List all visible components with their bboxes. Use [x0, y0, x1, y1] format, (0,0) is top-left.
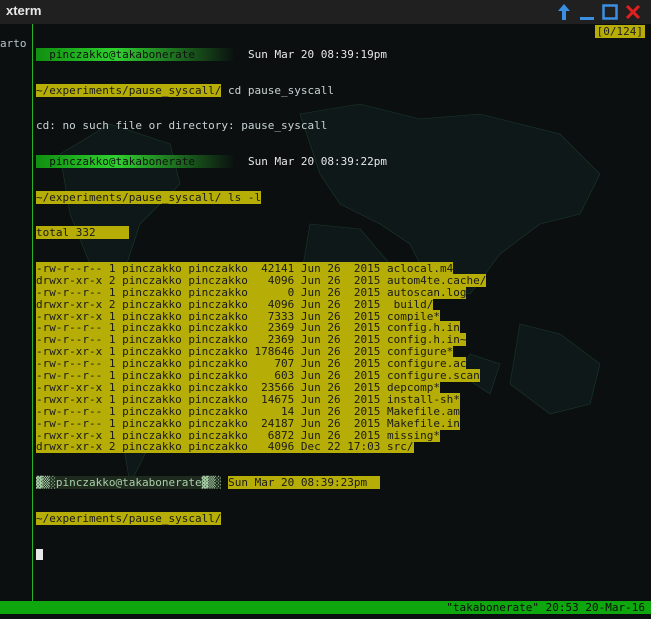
command-line: ~/experiments/pause_syscall/ cd pause_sy… — [36, 83, 651, 97]
file-row: drwxr-xr-x 2 pinczakko pinczakko 4096 De… — [36, 440, 651, 454]
prompt-date: Sun Mar 20 08:39:22pm — [247, 154, 388, 168]
status-bar: "takabonerate" 20:53 20-Mar-16 — [0, 601, 651, 614]
status-text: "takabonerate" 20:53 20-Mar-16 — [446, 601, 645, 614]
prompt-line: ▓▒░pinczakko@takabonerate▓▒░ Sun Mar 20 … — [36, 476, 651, 490]
prompt-date: Sun Mar 20 08:39:19pm — [247, 47, 388, 61]
file-row-text: drwxr-xr-x 2 pinczakko pinczakko 4096 De… — [36, 440, 414, 454]
left-pane-fragment: arto — [0, 37, 27, 50]
file-row-text: -rwxr-xr-x 1 pinczakko pinczakko 23566 J… — [36, 380, 440, 394]
file-row: -rwxr-xr-x 1 pinczakko pinczakko 14675 J… — [36, 392, 651, 406]
file-row-text: -rw-r--r-- 1 pinczakko pinczakko 24187 J… — [36, 416, 460, 430]
command-text: cd pause_syscall — [221, 83, 335, 97]
prompt-user: pinczakko@takabonerate — [36, 154, 235, 168]
window-title: xterm — [6, 3, 42, 18]
prompt-date: Sun Mar 20 08:39:23pm — [228, 476, 368, 490]
file-row-text: -rw-r--r-- 1 pinczakko pinczakko 0 Jun 2… — [36, 285, 467, 299]
terminal-area[interactable]: arto [0/124] pinczakko@takabonerate Sun … — [0, 24, 651, 601]
up-arrow-icon[interactable] — [554, 2, 574, 22]
prompt-line: pinczakko@takabonerate Sun Mar 20 08:39:… — [36, 154, 651, 168]
prompt-path: ~/experiments/pause_syscall/ — [36, 511, 222, 525]
window-controls — [554, 2, 643, 22]
text-cursor — [36, 549, 43, 560]
bottom-strip — [0, 614, 651, 619]
prompt-path: ~/experiments/pause_syscall/ — [36, 190, 222, 204]
pane-divider[interactable] — [32, 24, 33, 601]
file-row-text: -rw-r--r-- 1 pinczakko pinczakko 14 Jun … — [36, 404, 460, 418]
cursor-line — [36, 549, 651, 561]
file-row: -rw-r--r-- 1 pinczakko pinczakko 14 Jun … — [36, 404, 651, 418]
file-row-text: drwxr-xr-x 2 pinczakko pinczakko 4096 Ju… — [36, 273, 487, 287]
minimize-icon[interactable] — [577, 2, 597, 22]
maximize-icon[interactable] — [600, 2, 620, 22]
prompt-line: pinczakko@takabonerate Sun Mar 20 08:39:… — [36, 47, 651, 61]
file-row: -rw-r--r-- 1 pinczakko pinczakko 0 Jun 2… — [36, 285, 651, 299]
prompt-user: ▓▒░pinczakko@takabonerate▓▒░ — [36, 476, 222, 490]
prompt-user: pinczakko@takabonerate — [36, 47, 235, 61]
title-bar: xterm — [0, 0, 651, 25]
command-text: ls -l — [221, 190, 262, 204]
command-line: ~/experiments/pause_syscall/ — [36, 511, 651, 525]
total-line: total 332 — [36, 226, 651, 240]
file-row: drwxr-xr-x 2 pinczakko pinczakko 4096 Ju… — [36, 297, 651, 311]
prompt-path: ~/experiments/pause_syscall/ — [36, 83, 222, 97]
file-row: -rw-r--r-- 1 pinczakko pinczakko 24187 J… — [36, 416, 651, 430]
file-list: -rw-r--r-- 1 pinczakko pinczakko 42141 J… — [36, 262, 651, 454]
error-line: cd: no such file or directory: pause_sys… — [36, 119, 328, 133]
close-icon[interactable] — [623, 2, 643, 22]
file-row-text: drwxr-xr-x 2 pinczakko pinczakko 4096 Ju… — [36, 297, 434, 311]
file-row-text: -rwxr-xr-x 1 pinczakko pinczakko 14675 J… — [36, 392, 460, 406]
terminal-output: pinczakko@takabonerate Sun Mar 20 08:39:… — [36, 25, 651, 584]
command-line: ~/experiments/pause_syscall/ ls -l — [36, 190, 651, 204]
